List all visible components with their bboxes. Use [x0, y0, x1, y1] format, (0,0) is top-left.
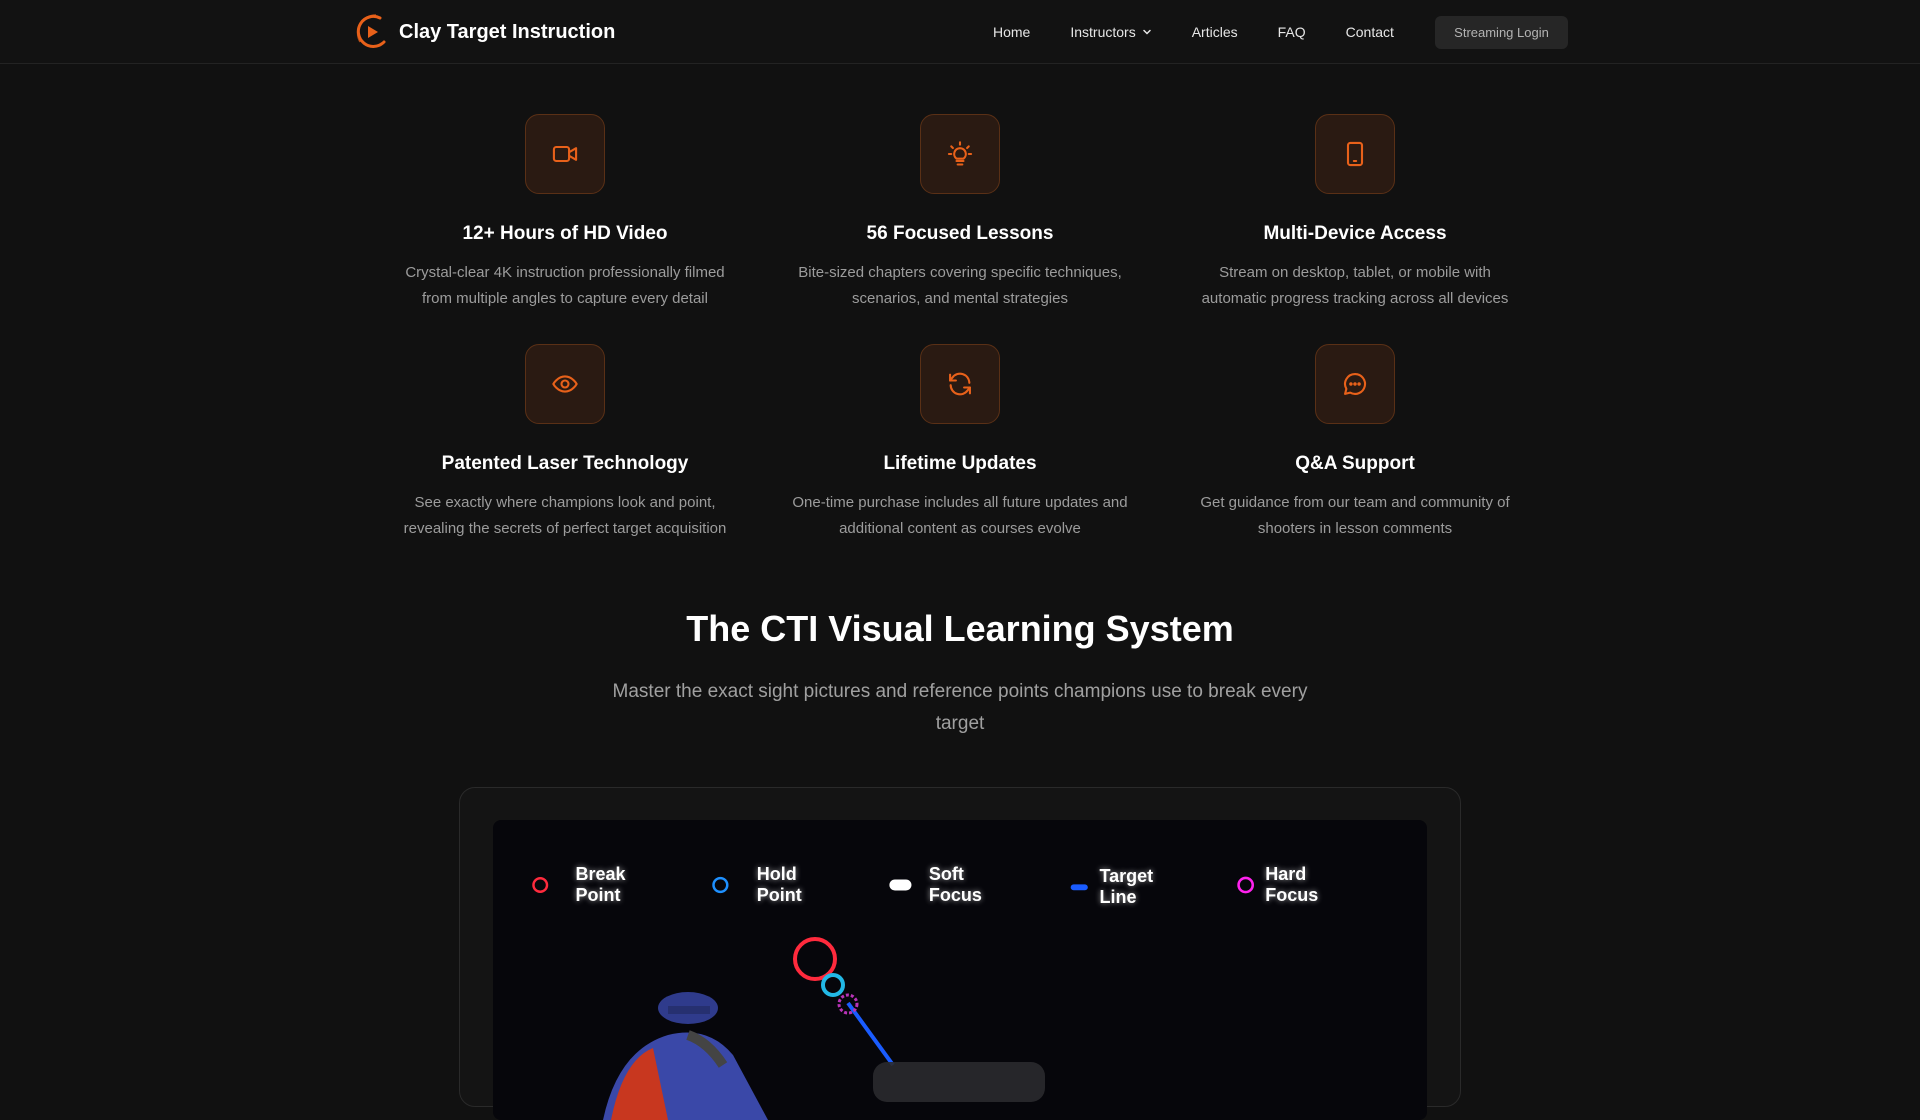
- nav-link-label: Home: [993, 24, 1031, 40]
- brand-link[interactable]: Clay Target Instruction: [354, 12, 615, 52]
- top-navigation: Clay Target Instruction Home Instructors…: [0, 0, 1920, 64]
- video-camera-icon: [552, 145, 578, 163]
- feature-desc-line: scenarios, and mental strategies: [852, 290, 1068, 307]
- feature-card-hd-video: 12+ Hours of HD Video Crystal-clear 4K i…: [375, 114, 755, 312]
- feature-icon-box: [1315, 114, 1395, 194]
- nav-link-contact[interactable]: Contact: [1346, 24, 1394, 40]
- feature-title: Patented Laser Technology: [441, 453, 689, 474]
- feature-description: See exactly where champions look and poi…: [375, 490, 755, 542]
- feature-card-laser: Patented Laser Technology See exactly wh…: [375, 344, 755, 542]
- eye-icon: [552, 375, 578, 393]
- feature-desc-line: shooters in lesson comments: [1257, 520, 1453, 537]
- feature-description: Bite-sized chapters covering specific te…: [770, 260, 1150, 312]
- feature-description: Stream on desktop, tablet, or mobile wit…: [1165, 260, 1545, 312]
- feature-desc-line: additional content as courses evolve: [839, 520, 1081, 537]
- feature-desc-line: One-time purchase includes all future up…: [792, 494, 1128, 511]
- target-line-marker: [846, 1001, 895, 1067]
- feature-icon-box: [1315, 344, 1395, 424]
- refresh-icon: [949, 372, 971, 396]
- feature-desc-line: Stream on desktop, tablet, or mobile wit…: [1219, 264, 1491, 281]
- chevron-down-icon: [1142, 29, 1151, 35]
- nav-link-label: Contact: [1345, 24, 1394, 40]
- feature-desc-line: from multiple angles to capture every de…: [422, 290, 708, 307]
- feature-description: Crystal-clear 4K instruction professiona…: [375, 260, 755, 312]
- feature-description: One-time purchase includes all future up…: [770, 490, 1150, 542]
- feature-desc-line: See exactly where champions look and poi…: [414, 494, 716, 511]
- section-subtitle: Master the exact sight pictures and refe…: [612, 681, 1308, 734]
- nav-link-instructors[interactable]: Instructors: [1070, 24, 1151, 40]
- nav-link-faq[interactable]: FAQ: [1278, 24, 1306, 40]
- feature-card-qa: Q&A Support Get guidance from our team a…: [1165, 344, 1545, 542]
- feature-card-updates: Lifetime Updates One-time purchase inclu…: [770, 344, 1150, 542]
- feature-icon-box: [920, 114, 1000, 194]
- section-title: The CTI Visual Learning System: [686, 608, 1234, 649]
- brand-name: Clay Target Instruction: [399, 20, 616, 43]
- feature-card-multi-device: Multi-Device Access Stream on desktop, t…: [1165, 114, 1545, 312]
- feature-desc-line: revealing the secrets of perfect target …: [403, 520, 727, 537]
- feature-card-lessons: 56 Focused Lessons Bite-sized chapters c…: [770, 114, 1150, 312]
- feature-title: Q&A Support: [1295, 453, 1415, 474]
- feature-desc-line: Get guidance from our team and community…: [1200, 494, 1510, 511]
- feature-title: 56 Focused Lessons: [866, 223, 1054, 244]
- nav-link-articles[interactable]: Articles: [1192, 24, 1238, 40]
- feature-icon-box: [525, 114, 605, 194]
- lightbulb-icon: [947, 141, 973, 166]
- hold-point-marker: [821, 973, 845, 997]
- nav-link-label: Articles: [1191, 24, 1238, 40]
- brand-logo-icon: [356, 14, 386, 48]
- feature-desc-line: Bite-sized chapters covering specific te…: [798, 264, 1122, 281]
- nav-link-label: Instructors: [1070, 24, 1136, 40]
- feature-icon-box: [920, 344, 1000, 424]
- video-frame: [603, 937, 1045, 1120]
- video-controls-bar[interactable]: [873, 1062, 1045, 1102]
- feature-desc-line: Crystal-clear 4K instruction professiona…: [405, 264, 725, 281]
- feature-title: Lifetime Updates: [883, 453, 1037, 474]
- streaming-login-button[interactable]: Streaming Login: [1435, 16, 1568, 49]
- nav-link-home[interactable]: Home: [993, 24, 1030, 40]
- feature-desc-line: automatic progress tracking across all d…: [1201, 290, 1509, 307]
- shooter-figure: [603, 992, 768, 1120]
- demo-video[interactable]: Break Point Hold Point Soft Focus Target…: [493, 820, 1427, 1120]
- nav-links: Home Instructors Articles FAQ Contact: [993, 0, 1434, 64]
- feature-icon-box: [525, 344, 605, 424]
- mobile-device-icon: [1346, 141, 1364, 167]
- feature-title: Multi-Device Access: [1263, 223, 1447, 244]
- break-point-marker: [793, 937, 837, 981]
- nav-link-label: FAQ: [1277, 24, 1306, 40]
- feature-title: 12+ Hours of HD Video: [462, 223, 668, 244]
- feature-description: Get guidance from our team and community…: [1165, 490, 1545, 542]
- chat-bubble-icon: [1344, 373, 1367, 395]
